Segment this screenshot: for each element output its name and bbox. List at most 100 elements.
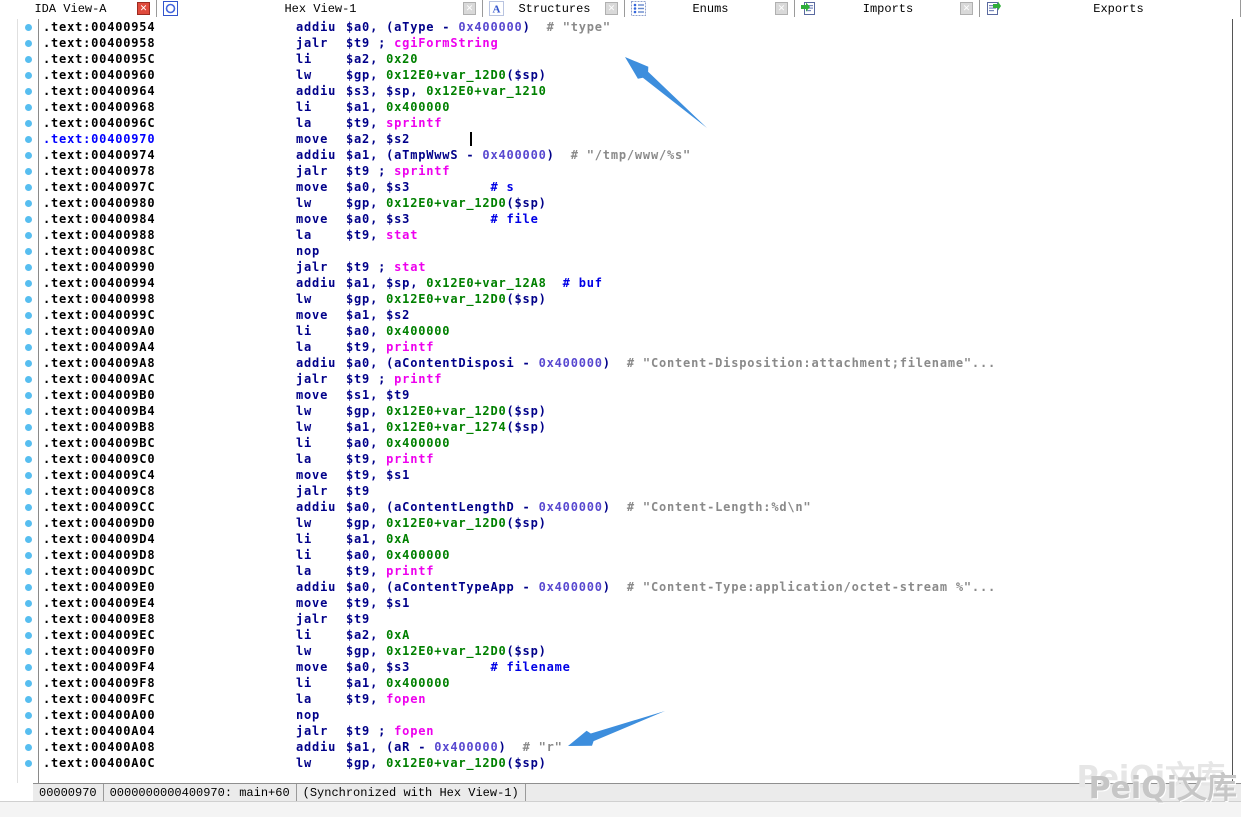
asm-line[interactable]: .text:00400960lw$gp, 0x12E0+var_12D0($sp… [39,67,1232,83]
asm-line[interactable]: .text:0040095Cli$a2, 0x20 [39,51,1232,67]
asm-line[interactable]: .text:00400990jalr$t9 ; stat [39,259,1232,275]
asm-line[interactable]: .text:00400984move$a0, $s3 # file [39,211,1232,227]
asm-line[interactable]: .text:004009C4move$t9, $s1 [39,467,1232,483]
tab-hex-view-1[interactable]: Hex View-1✕ [157,0,483,17]
asm-line[interactable]: .text:00400970move$a2, $s2 [39,131,1232,147]
nav-dot-row [18,563,38,579]
asm-line[interactable]: .text:00400A04jalr$t9 ; fopen [39,723,1232,739]
asm-operand: $t9, [346,228,386,242]
asm-auto-comment: # filename [410,660,571,674]
nav-dot-row [18,531,38,547]
asm-line[interactable]: .text:00400980lw$gp, 0x12E0+var_12D0($sp… [39,195,1232,211]
asm-operand: $a0, (aContentLengthD - [346,500,539,514]
asm-offset: 0x400000 [539,500,603,514]
nav-dot-row [18,179,38,195]
asm-function-name: sprintf [394,164,450,178]
asm-line[interactable]: .text:004009B0move$s1, $t9 [39,387,1232,403]
asm-line[interactable]: .text:0040098Cnop [39,243,1232,259]
close-icon[interactable]: ✕ [605,2,618,15]
asm-address: .text:00400984 [43,211,296,227]
asm-line[interactable]: .text:00400964addiu$s3, $sp, 0x12E0+var_… [39,83,1232,99]
tab-enums[interactable]: Enums✕ [625,0,795,17]
asm-line[interactable]: .text:004009D0lw$gp, 0x12E0+var_12D0($sp… [39,515,1232,531]
asm-number: 0x12E0+var_12D0 [386,516,506,530]
asm-line[interactable]: .text:004009E4move$t9, $s1 [39,595,1232,611]
asm-line[interactable]: .text:004009C0la$t9, printf [39,451,1232,467]
asm-line[interactable]: .text:004009F4move$a0, $s3 # filename [39,659,1232,675]
tab-exports[interactable]: Exports [980,0,1241,17]
asm-line[interactable]: .text:004009ACjalr$t9 ; printf [39,371,1232,387]
asm-line[interactable]: .text:0040096Cla$t9, sprintf [39,115,1232,131]
asm-address: .text:00400A0C [43,755,296,771]
asm-function-name: fopen [394,724,434,738]
asm-number: 0x12E0+var_12D0 [386,404,506,418]
asm-line[interactable]: .text:004009F8li$a1, 0x400000 [39,675,1232,691]
asm-line[interactable]: .text:00400974addiu$a1, (aTmpWwwS - 0x40… [39,147,1232,163]
asm-line[interactable]: .text:004009ECli$a2, 0xA [39,627,1232,643]
asm-function-name: cgiFormString [394,36,498,50]
tab-bar: IDA View-A✕Hex View-1✕AStructures✕Enums✕… [0,0,1241,17]
asm-address: .text:004009F4 [43,659,296,675]
asm-line[interactable]: .text:004009A0li$a0, 0x400000 [39,323,1232,339]
tab-ida-view-a[interactable]: IDA View-A✕ [0,0,157,17]
asm-line[interactable]: .text:0040097Cmove$a0, $s3 # s [39,179,1232,195]
asm-operand: $a1, [346,676,386,690]
close-icon[interactable]: ✕ [463,2,476,15]
asm-line[interactable]: .text:00400A0Clw$gp, 0x12E0+var_12D0($sp… [39,755,1232,771]
nav-dot-row [18,291,38,307]
nav-dot-row [18,595,38,611]
nav-dot-row [18,659,38,675]
asm-line[interactable]: .text:004009C8jalr$t9 [39,483,1232,499]
close-icon[interactable]: ✕ [775,2,788,15]
nav-dot-row [18,403,38,419]
asm-line[interactable]: .text:00400958jalr$t9 ; cgiFormString [39,35,1232,51]
asm-line[interactable]: .text:004009E0addiu$a0, (aContentTypeApp… [39,579,1232,595]
asm-line[interactable]: .text:004009B8lw$a1, 0x12E0+var_1274($sp… [39,419,1232,435]
nav-dot-icon [25,488,32,495]
asm-operand: $t9 [346,484,370,498]
close-icon[interactable]: ✕ [960,2,973,15]
asm-mnemonic: addiu [296,579,346,595]
asm-line[interactable]: .text:00400988la$t9, stat [39,227,1232,243]
asm-line[interactable]: .text:004009B4lw$gp, 0x12E0+var_12D0($sp… [39,403,1232,419]
nav-dot-icon [25,24,32,31]
asm-operand: $a1, [346,532,386,546]
asm-mnemonic: lw [296,195,346,211]
asm-line[interactable]: .text:004009FCla$t9, fopen [39,691,1232,707]
asm-operand: $t9 ; [346,372,394,386]
asm-comment: # "r" [507,740,563,754]
asm-line[interactable]: .text:00400998lw$gp, 0x12E0+var_12D0($sp… [39,291,1232,307]
asm-line[interactable]: .text:004009DCla$t9, printf [39,563,1232,579]
asm-line[interactable]: .text:00400A08addiu$a1, (aR - 0x400000) … [39,739,1232,755]
asm-line[interactable]: .text:004009D4li$a1, 0xA [39,531,1232,547]
close-icon[interactable]: ✕ [137,2,150,15]
asm-line[interactable]: .text:004009A4la$t9, printf [39,339,1232,355]
nav-dot-row [18,435,38,451]
nav-dot-row [18,19,38,35]
asm-address: .text:0040096C [43,115,296,131]
asm-line[interactable]: .text:004009E8jalr$t9 [39,611,1232,627]
asm-line[interactable]: .text:00400994addiu$a1, $sp, 0x12E0+var_… [39,275,1232,291]
asm-line[interactable]: .text:004009F0lw$gp, 0x12E0+var_12D0($sp… [39,643,1232,659]
tab-imports[interactable]: Imports✕ [795,0,980,17]
disassembly-listing[interactable]: .text:00400954addiu$a0, (aType - 0x40000… [39,19,1232,783]
asm-line[interactable]: .text:00400968li$a1, 0x400000 [39,99,1232,115]
nav-dot-row [18,483,38,499]
asm-operand: $t9 [346,612,370,626]
asm-line[interactable]: .text:004009A8addiu$a0, (aContentDisposi… [39,355,1232,371]
asm-number: 0xA [386,532,410,546]
asm-number: 0xA [386,628,410,642]
tab-structures[interactable]: AStructures✕ [483,0,625,17]
asm-mnemonic: nop [296,243,346,259]
asm-line[interactable]: .text:004009D8li$a0, 0x400000 [39,547,1232,563]
asm-mnemonic: jalr [296,371,346,387]
nav-dot-icon [25,152,32,159]
asm-line[interactable]: .text:00400A00nop [39,707,1232,723]
nav-dot-row [18,675,38,691]
asm-line[interactable]: .text:00400978jalr$t9 ; sprintf [39,163,1232,179]
nav-dot-icon [25,72,32,79]
asm-line[interactable]: .text:00400954addiu$a0, (aType - 0x40000… [39,19,1232,35]
asm-line[interactable]: .text:004009CCaddiu$a0, (aContentLengthD… [39,499,1232,515]
asm-line[interactable]: .text:004009BCli$a0, 0x400000 [39,435,1232,451]
asm-line[interactable]: .text:0040099Cmove$a1, $s2 [39,307,1232,323]
